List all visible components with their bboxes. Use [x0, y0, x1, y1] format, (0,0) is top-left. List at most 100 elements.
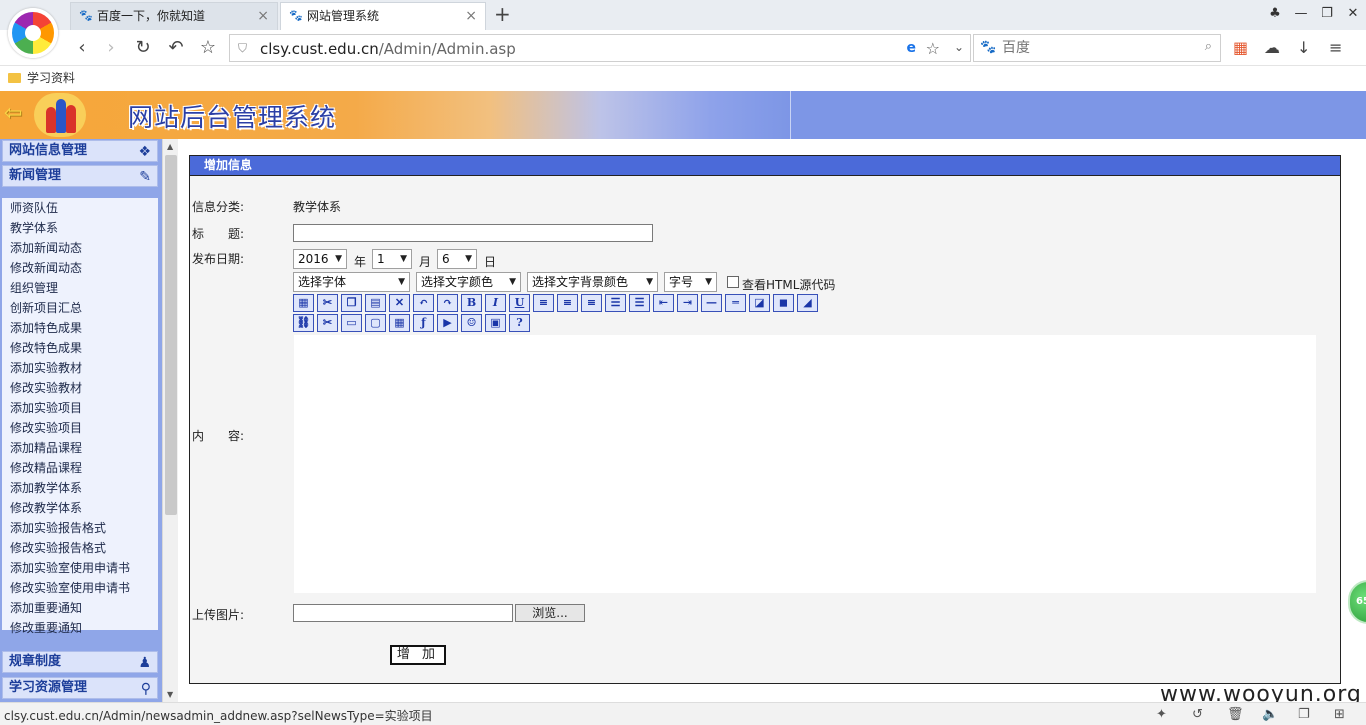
font-size-select[interactable]: 字号 ▼ — [664, 272, 717, 292]
sidebar-item[interactable]: 师资队伍 — [2, 198, 158, 218]
undo-icon[interactable]: ↶ — [413, 294, 434, 312]
redo-icon[interactable]: ↷ — [437, 294, 458, 312]
align-right-icon[interactable]: ≡ — [581, 294, 602, 312]
browser-logo[interactable] — [8, 8, 58, 58]
insert-table-icon[interactable]: ▦ — [389, 314, 410, 332]
select-all-icon[interactable]: ▦ — [293, 294, 314, 312]
submit-add-button[interactable]: 增 加 — [390, 645, 446, 665]
upload-file-input[interactable] — [293, 604, 513, 622]
help-icon[interactable]: ? — [509, 314, 530, 332]
sidebar-item[interactable]: 添加精品课程 — [2, 438, 158, 458]
paste-icon[interactable]: ▤ — [365, 294, 386, 312]
refresh-status-icon[interactable]: ↺ — [1192, 707, 1203, 722]
year-select[interactable]: 2016 ▼ — [293, 249, 347, 269]
sidebar-item[interactable]: 修改实验项目 — [2, 418, 158, 438]
sidebar-item[interactable]: 添加实验报告格式 — [2, 518, 158, 538]
html-source-checkbox[interactable] — [727, 276, 739, 288]
sidebar-scrollbar[interactable]: ▲ ▼ — [162, 139, 178, 702]
window-icon[interactable]: ❐ — [1298, 707, 1310, 722]
bookmark-star-icon[interactable]: ☆ — [196, 36, 220, 60]
zoom-icon[interactable]: ⊞ — [1334, 707, 1345, 722]
maximize-icon[interactable]: ❐ — [1314, 0, 1340, 30]
floating-speed-badge[interactable]: 65 — [1348, 580, 1366, 624]
ordered-list-icon[interactable]: ☰ — [605, 294, 626, 312]
eraser-icon[interactable]: ◢ — [797, 294, 818, 312]
scroll-up-icon[interactable]: ▲ — [167, 142, 173, 151]
link-icon[interactable]: ⛓ — [293, 314, 314, 332]
insert-image-icon[interactable]: ▣ — [485, 314, 506, 332]
bookmark-folder[interactable]: 学习资料 — [8, 69, 75, 86]
sidebar-item[interactable]: 教学体系 — [2, 218, 158, 238]
sidebar-item[interactable]: 创新项目汇总 — [2, 298, 158, 318]
day-select[interactable]: 6 ▼ — [437, 249, 477, 269]
sidebar-item[interactable]: 添加实验室使用申请书 — [2, 558, 158, 578]
sidebar-section-news[interactable]: 新闻管理 ✎ — [2, 165, 158, 187]
delete-icon[interactable]: ✕ — [389, 294, 410, 312]
ie-mode-icon[interactable]: e — [907, 40, 917, 56]
browse-button[interactable]: 浏览... — [515, 604, 585, 622]
volume-icon[interactable]: 🔈 — [1262, 707, 1278, 722]
text-bgcolor-select[interactable]: 选择文字背景颜色 ▼ — [527, 272, 658, 292]
sidebar-item[interactable]: 修改重要通知 — [2, 618, 158, 638]
scroll-thumb[interactable] — [165, 155, 177, 515]
sidebar-item[interactable]: 修改实验教材 — [2, 378, 158, 398]
align-center-icon[interactable]: ≡ — [557, 294, 578, 312]
content-editor[interactable] — [293, 334, 1317, 594]
chevron-down-icon[interactable]: ⌄ — [954, 40, 964, 54]
sidebar-item[interactable]: 添加新闻动态 — [2, 238, 158, 258]
sidebar-item[interactable]: 添加重要通知 — [2, 598, 158, 618]
sidebar-section-rules[interactable]: 规章制度 ♟ — [2, 651, 158, 673]
cloud-icon[interactable]: ☁ — [1264, 38, 1280, 57]
italic-icon[interactable]: I — [485, 294, 506, 312]
underline-icon[interactable]: U — [509, 294, 530, 312]
back-arrow-icon[interactable]: ⇦ — [4, 101, 22, 126]
unlink-icon[interactable]: ✂ — [317, 314, 338, 332]
tab-admin[interactable]: 🐾 网站管理系统 × — [280, 2, 486, 30]
sidebar-item[interactable]: 添加教学体系 — [2, 478, 158, 498]
bold-icon[interactable]: B — [461, 294, 482, 312]
download-icon[interactable]: ↓ — [1297, 38, 1310, 57]
cut-icon[interactable]: ✂ — [317, 294, 338, 312]
month-select[interactable]: 1 ▼ — [372, 249, 412, 269]
shirt-icon[interactable]: ♣ — [1262, 0, 1288, 30]
sidebar-item[interactable]: 修改新闻动态 — [2, 258, 158, 278]
outdent-icon[interactable]: ⇤ — [653, 294, 674, 312]
new-tab-button[interactable]: + — [494, 2, 511, 26]
favorite-star-icon[interactable]: ☆ — [926, 39, 940, 58]
marquee-icon[interactable]: ═ — [725, 294, 746, 312]
sidebar-item[interactable]: 添加特色成果 — [2, 318, 158, 338]
align-left-icon[interactable]: ≡ — [533, 294, 554, 312]
scroll-down-icon[interactable]: ▼ — [167, 690, 173, 699]
sidebar-item[interactable]: 修改精品课程 — [2, 458, 158, 478]
search-input[interactable] — [1002, 39, 1192, 57]
forward-icon[interactable]: › — [99, 36, 123, 60]
insert-frame-icon[interactable]: ▭ — [341, 314, 362, 332]
insert-flash-icon[interactable]: ƒ — [413, 314, 434, 332]
unordered-list-icon[interactable]: ☰ — [629, 294, 650, 312]
insert-layer-icon[interactable]: ▢ — [365, 314, 386, 332]
sidebar-section-learning[interactable]: 学习资源管理 ⚲ — [2, 677, 158, 699]
minimize-icon[interactable]: — — [1288, 0, 1314, 30]
address-bar[interactable]: ⛉ clsy.cust.edu.cn/Admin/Admin.asp e ☆ ⌄ — [229, 34, 971, 62]
sidebar-section-site[interactable]: 网站信息管理 ❖ — [2, 140, 158, 162]
close-window-icon[interactable]: ✕ — [1340, 0, 1366, 30]
apps-grid-icon[interactable]: ▦ — [1233, 38, 1248, 57]
tab-baidu[interactable]: 🐾 百度一下，你就知道 × — [70, 2, 278, 30]
search-box[interactable]: 🐾 ⌕ — [973, 34, 1221, 62]
indent-icon[interactable]: ⇥ — [677, 294, 698, 312]
pin-icon[interactable]: ✦ — [1156, 707, 1167, 722]
sidebar-item[interactable]: 修改实验室使用申请书 — [2, 578, 158, 598]
menu-icon[interactable]: ≡ — [1329, 38, 1342, 57]
trash-icon[interactable]: 🗑 — [1227, 707, 1244, 722]
text-color-select[interactable]: 选择文字颜色 ▼ — [416, 272, 521, 292]
insert-box-icon[interactable]: ◪ — [749, 294, 770, 312]
address-url[interactable]: clsy.cust.edu.cn/Admin/Admin.asp — [260, 40, 516, 58]
close-icon[interactable]: × — [465, 3, 477, 29]
close-icon[interactable]: × — [257, 3, 269, 29]
sidebar-item[interactable]: 修改教学体系 — [2, 498, 158, 518]
undo-icon[interactable]: ↶ — [164, 36, 188, 60]
search-icon[interactable]: ⌕ — [1205, 39, 1212, 54]
horizontal-rule-icon[interactable]: — — [701, 294, 722, 312]
sidebar-item[interactable]: 添加实验项目 — [2, 398, 158, 418]
insert-media-icon[interactable]: ▶ — [437, 314, 458, 332]
